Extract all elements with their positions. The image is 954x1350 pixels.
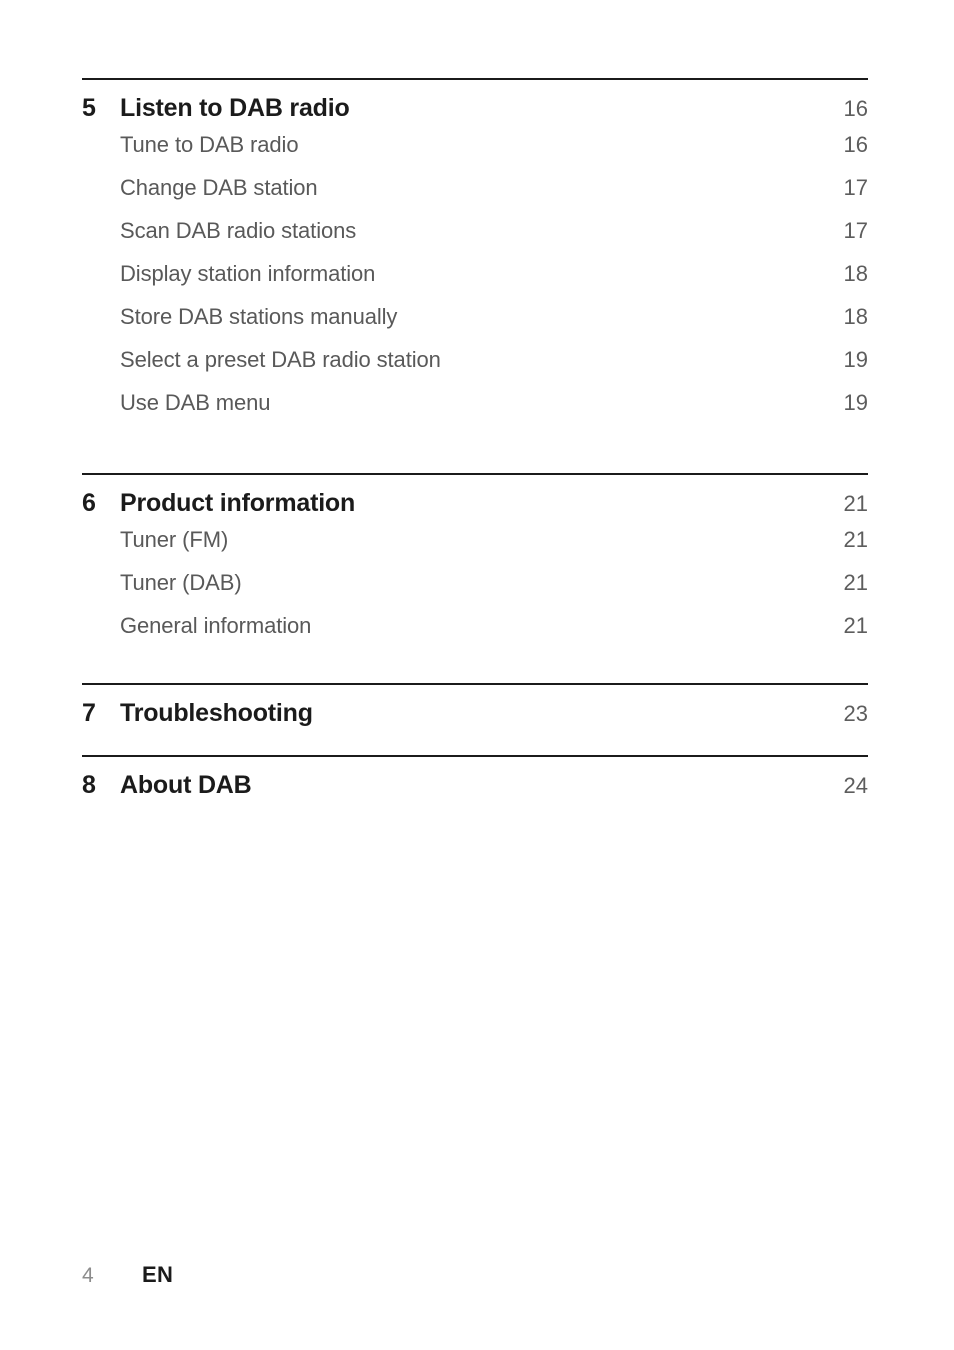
section-number: 7	[82, 699, 96, 727]
section-title: Product information	[120, 489, 356, 517]
toc-entry[interactable]: Tune to DAB radio 16	[82, 132, 868, 175]
toc-entry[interactable]: Store DAB stations manually 18	[82, 304, 868, 347]
toc-entry-page: 18	[843, 304, 868, 329]
footer-language-code: EN	[142, 1262, 174, 1287]
toc-entry-title: Change DAB station	[120, 175, 318, 200]
toc-entry-page: 18	[843, 261, 868, 286]
section-entries-6: Tuner (FM) 21 Tuner (DAB) 21 General inf…	[82, 527, 868, 656]
toc-entry-page: 17	[843, 175, 868, 200]
section-page-number: 16	[843, 96, 868, 121]
toc-entry-page: 21	[843, 613, 868, 638]
section-title: Troubleshooting	[120, 699, 313, 727]
section-number: 6	[82, 489, 96, 517]
toc-section-8: 8 About DAB 24	[82, 757, 868, 809]
toc-entry[interactable]: Tuner (FM) 21	[82, 527, 868, 570]
document-page: 5 Listen to DAB radio 16 Tune to DAB rad…	[0, 0, 954, 1350]
section-title: Listen to DAB radio	[120, 94, 350, 122]
toc-entry[interactable]: Change DAB station 17	[82, 175, 868, 218]
section-number: 5	[82, 94, 96, 122]
toc-section-6: 6 Product information 21 Tuner (FM) 21 T…	[82, 475, 868, 656]
page-footer: 4 EN	[82, 1262, 173, 1288]
toc-entry-page: 17	[843, 218, 868, 243]
section-page-number: 24	[843, 773, 868, 798]
section-number: 8	[82, 771, 96, 799]
toc-entry-title: Display station information	[120, 261, 376, 286]
toc-entry-page: 19	[843, 390, 868, 415]
toc-entry-page: 16	[843, 132, 868, 157]
toc-entry[interactable]: General information 21	[82, 613, 868, 656]
toc-entry-title: General information	[120, 613, 312, 638]
section-heading-7[interactable]: 7 Troubleshooting 23	[82, 685, 868, 737]
toc-entry[interactable]: Tuner (DAB) 21	[82, 570, 868, 613]
toc-entry[interactable]: Select a preset DAB radio station 19	[82, 347, 868, 390]
toc-entry[interactable]: Use DAB menu 19	[82, 390, 868, 433]
section-heading-6[interactable]: 6 Product information 21	[82, 475, 868, 527]
toc-entry-page: 21	[843, 527, 868, 552]
toc-entry-title: Tuner (DAB)	[120, 570, 242, 595]
toc-entry-title: Select a preset DAB radio station	[120, 347, 441, 372]
section-heading-8[interactable]: 8 About DAB 24	[82, 757, 868, 809]
toc-entry[interactable]: Display station information 18	[82, 261, 868, 304]
toc-entry-title: Store DAB stations manually	[120, 304, 398, 329]
toc-section-7: 7 Troubleshooting 23	[82, 685, 868, 737]
toc-entry-page: 21	[843, 570, 868, 595]
section-page-number: 21	[843, 491, 868, 516]
toc-entry-title: Tune to DAB radio	[120, 132, 299, 157]
section-title: About DAB	[120, 771, 252, 799]
toc-section-5: 5 Listen to DAB radio 16 Tune to DAB rad…	[82, 80, 868, 433]
toc-entry-title: Scan DAB radio stations	[120, 218, 357, 243]
section-entries-5: Tune to DAB radio 16 Change DAB station …	[82, 132, 868, 433]
toc-entry[interactable]: Scan DAB radio stations 17	[82, 218, 868, 261]
toc-entry-page: 19	[843, 347, 868, 372]
toc-entry-title: Tuner (FM)	[120, 527, 229, 552]
table-of-contents: 5 Listen to DAB radio 16 Tune to DAB rad…	[82, 78, 868, 809]
footer-page-number: 4	[82, 1264, 94, 1287]
section-page-number: 23	[843, 701, 868, 726]
toc-entry-title: Use DAB menu	[120, 390, 271, 415]
section-heading-5[interactable]: 5 Listen to DAB radio 16	[82, 80, 868, 132]
